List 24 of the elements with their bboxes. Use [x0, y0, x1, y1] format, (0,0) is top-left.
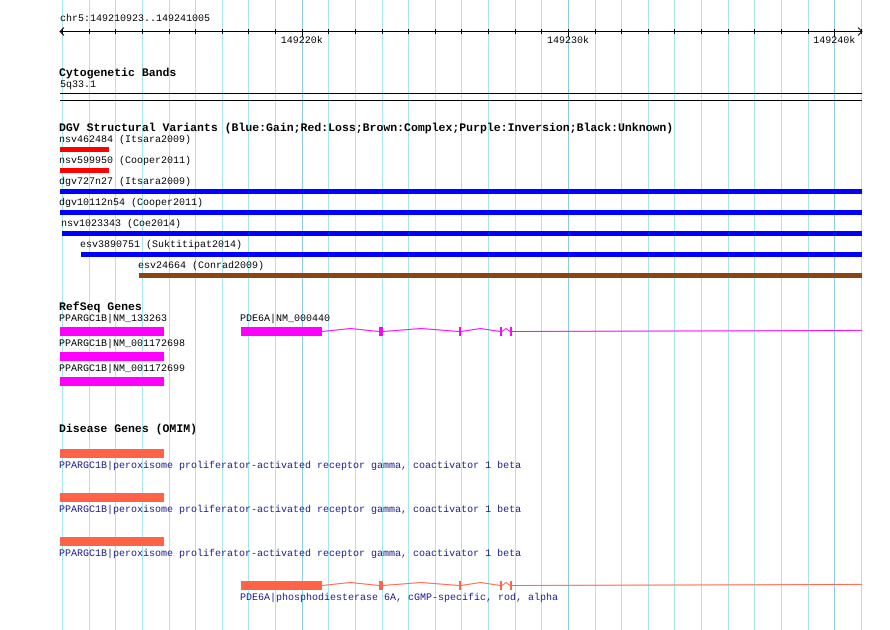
region-label: chr5:149210923..149241005 [60, 14, 210, 26]
variant-label: nsv462484 (Itsara2009) [59, 135, 192, 147]
scale-label: 149230k [546, 36, 589, 48]
gene-label: PPARGC1B|NM_001172698 [59, 339, 186, 351]
disease-label: PPARGC1B|peroxisome proliferator-activated receptor gamma, coactivator 1 beta [59, 461, 522, 473]
track-title: Disease Genes (OMIM) [59, 423, 198, 436]
gene-label: PPARGC1B|NM_133263 [59, 314, 168, 326]
variant-label: dgv727n27 (Itsara2009) [59, 177, 192, 189]
variant-label: nsv599950 (Cooper2011) [59, 156, 192, 168]
disease-label: PPARGC1B|peroxisome proliferator-activated receptor gamma, coactivator 1 beta [59, 505, 522, 517]
variant-label: esv3890751 (Suktitipat2014) [80, 240, 242, 252]
variant-label: esv24664 (Conrad2009) [138, 261, 264, 273]
variant-label: nsv1023343 (Coe2014) [60, 219, 182, 231]
gene-label: PPARGC1B|NM_001172699 [59, 364, 186, 376]
scale-label: 149240k [813, 36, 856, 48]
disease-label: PPARGC1B|peroxisome proliferator-activated receptor gamma, coactivator 1 beta [59, 549, 522, 561]
track-title: DGV Structural Variants (Blue:Gain;Red:Loss;Brown:Complex;Purple:Inversion;Black:Unknown) [59, 122, 674, 135]
band-label: 5q33.1 [60, 80, 96, 92]
disease-label: PDE6A|phosphodiesterase 6A, cGMP-specific, rod, alpha [240, 593, 558, 605]
track-title: RefSeq Genes [59, 301, 142, 314]
scale-label: 149220k [280, 36, 323, 48]
gene-label: PDE6A|NM_000440 [240, 314, 330, 326]
variant-label: dgv10112n54 (Cooper2011) [59, 198, 204, 210]
track-title: Cytogenetic Bands [59, 67, 176, 80]
